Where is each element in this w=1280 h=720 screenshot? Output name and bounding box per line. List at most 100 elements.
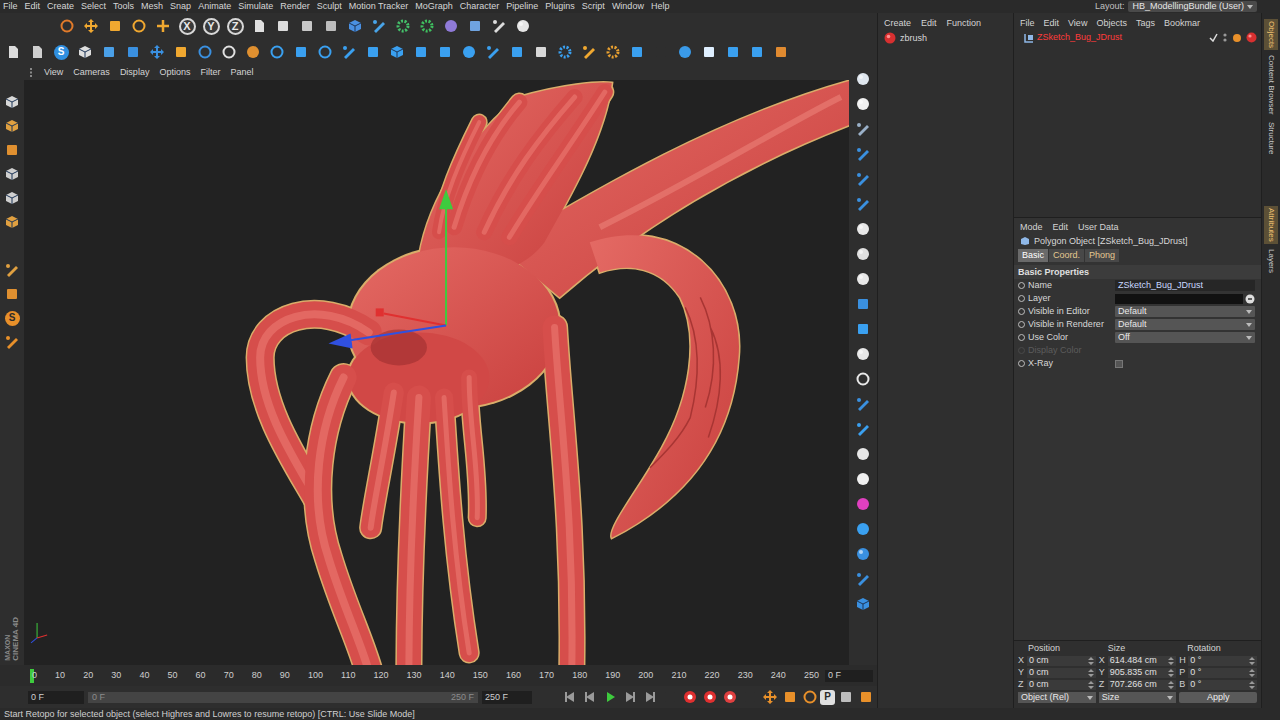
- size-mode-dropdown[interactable]: Size: [1099, 692, 1177, 703]
- open-file-button[interactable]: [26, 41, 48, 63]
- box-button[interactable]: [851, 592, 875, 616]
- object-menu-item[interactable]: Bookmar: [1164, 19, 1200, 28]
- coordinate-field[interactable]: 0 cm: [1027, 668, 1096, 678]
- menu-item[interactable]: File: [3, 2, 18, 11]
- axis-lock-button[interactable]: Y: [200, 15, 222, 37]
- coordinate-mode-dropdown[interactable]: Object (Rel): [1018, 692, 1096, 703]
- pinch-button[interactable]: [851, 267, 875, 291]
- viewport-menu-item[interactable]: Options: [159, 68, 190, 77]
- object-name[interactable]: ZSketch_Bug_JDrust: [1037, 33, 1122, 42]
- delete-button[interactable]: [122, 41, 144, 63]
- paint-button[interactable]: [851, 167, 875, 191]
- relax-button[interactable]: [851, 342, 875, 366]
- side-tab[interactable]: Content Browser: [1264, 53, 1278, 117]
- keyframe-dot[interactable]: [1018, 334, 1025, 341]
- layer-field[interactable]: [1115, 294, 1255, 304]
- sphere-add-button[interactable]: [851, 92, 875, 116]
- object-menu-item[interactable]: Tags: [1136, 19, 1155, 28]
- sculpt-button[interactable]: [770, 41, 792, 63]
- play-button[interactable]: [600, 688, 619, 707]
- smooth-button[interactable]: [851, 217, 875, 241]
- object-menu-item[interactable]: Objects: [1096, 19, 1127, 28]
- extrude-button[interactable]: [386, 41, 408, 63]
- bridge-button[interactable]: [362, 41, 384, 63]
- menu-item[interactable]: Animate: [198, 2, 231, 11]
- coordinate-field[interactable]: 0 °: [1188, 668, 1257, 678]
- two-spheres-button[interactable]: [851, 517, 875, 541]
- keyframe-dot[interactable]: [1018, 321, 1025, 328]
- viewport-menu-item[interactable]: Filter: [200, 68, 220, 77]
- render-settings-button[interactable]: [320, 15, 342, 37]
- start-frame-field[interactable]: 0 F: [28, 691, 84, 704]
- keyframe-dot[interactable]: [1018, 347, 1025, 354]
- render-picture-button[interactable]: [296, 15, 318, 37]
- spacer-button[interactable]: [1, 235, 23, 257]
- object-row[interactable]: ZSketch_Bug_JDrust: [1014, 31, 1261, 44]
- bevel-button[interactable]: [434, 41, 456, 63]
- viewport-menu-item[interactable]: Panel: [230, 68, 253, 77]
- spacer-button[interactable]: [650, 41, 672, 63]
- attribute-menu-item[interactable]: Edit: [1053, 223, 1069, 232]
- attribute-menu-item[interactable]: User Data: [1078, 223, 1119, 232]
- point-level-button[interactable]: [836, 688, 855, 707]
- camera-button[interactable]: [488, 15, 510, 37]
- render-view-button[interactable]: [272, 15, 294, 37]
- key-scale-button[interactable]: [780, 688, 799, 707]
- content-item[interactable]: zbrush: [878, 31, 1013, 45]
- dropdown-field[interactable]: Default: [1115, 306, 1255, 317]
- pen-button[interactable]: [851, 142, 875, 166]
- move-button[interactable]: [80, 15, 102, 37]
- magenta-sphere-button[interactable]: [851, 492, 875, 516]
- scale-button[interactable]: [104, 15, 126, 37]
- scene-button[interactable]: [464, 15, 486, 37]
- grid-button[interactable]: [851, 292, 875, 316]
- connect-button[interactable]: [851, 417, 875, 441]
- current-frame-field[interactable]: 0 F: [825, 670, 873, 682]
- axis-lock-button[interactable]: Z: [224, 15, 246, 37]
- coordinate-field[interactable]: 0 °: [1188, 680, 1257, 690]
- menu-item[interactable]: Render: [280, 2, 310, 11]
- side-tab[interactable]: Attributes: [1264, 206, 1278, 244]
- recent-tool-button[interactable]: [152, 15, 174, 37]
- array-button[interactable]: [416, 15, 438, 37]
- subdivision-button[interactable]: [392, 15, 414, 37]
- world-coords-button[interactable]: [248, 15, 270, 37]
- end-frame-field[interactable]: 250 F: [482, 691, 532, 704]
- coordinate-field[interactable]: 0 cm: [1027, 680, 1096, 690]
- hook-button[interactable]: [851, 567, 875, 591]
- autokey-button[interactable]: [700, 688, 719, 707]
- retopo-button[interactable]: [851, 542, 875, 566]
- apply-button[interactable]: Apply: [1179, 692, 1257, 703]
- object-menu-item[interactable]: Edit: [1044, 19, 1060, 28]
- xray-checkbox[interactable]: [1115, 360, 1123, 368]
- iron-button[interactable]: [506, 41, 528, 63]
- menu-item[interactable]: Character: [460, 2, 500, 11]
- erase-button[interactable]: [851, 192, 875, 216]
- symmetry-button[interactable]: [746, 41, 768, 63]
- menu-item[interactable]: Simulate: [238, 2, 273, 11]
- texture-mode-button[interactable]: [1, 115, 23, 137]
- key-move-button[interactable]: [760, 688, 779, 707]
- attribute-tab[interactable]: Phong: [1085, 249, 1119, 262]
- coordinate-field[interactable]: 614.484 cm: [1108, 656, 1177, 666]
- axis-lock-button[interactable]: X: [176, 15, 198, 37]
- brush-button[interactable]: [266, 41, 288, 63]
- background-button[interactable]: [698, 41, 720, 63]
- optimize-button[interactable]: [554, 41, 576, 63]
- light-button[interactable]: [512, 15, 534, 37]
- keyframe-selection-button[interactable]: [720, 688, 739, 707]
- next-key-button[interactable]: [620, 688, 639, 707]
- deformer-button[interactable]: [440, 15, 462, 37]
- recycle-button[interactable]: [602, 41, 624, 63]
- layout-dropdown[interactable]: HB_ModellingBundle (User): [1128, 1, 1257, 12]
- pencil-button[interactable]: [851, 117, 875, 141]
- new-scene-button[interactable]: [2, 41, 24, 63]
- dots-button[interactable]: [851, 467, 875, 491]
- mesh-button[interactable]: [851, 317, 875, 341]
- attribute-tab[interactable]: Basic: [1018, 249, 1048, 262]
- model-mode-button[interactable]: [1, 91, 23, 113]
- first-frame-button[interactable]: [560, 688, 579, 707]
- coordinate-field[interactable]: 707.266 cm: [1108, 680, 1177, 690]
- timeline-window-button[interactable]: [856, 688, 875, 707]
- menu-item[interactable]: Pipeline: [506, 2, 538, 11]
